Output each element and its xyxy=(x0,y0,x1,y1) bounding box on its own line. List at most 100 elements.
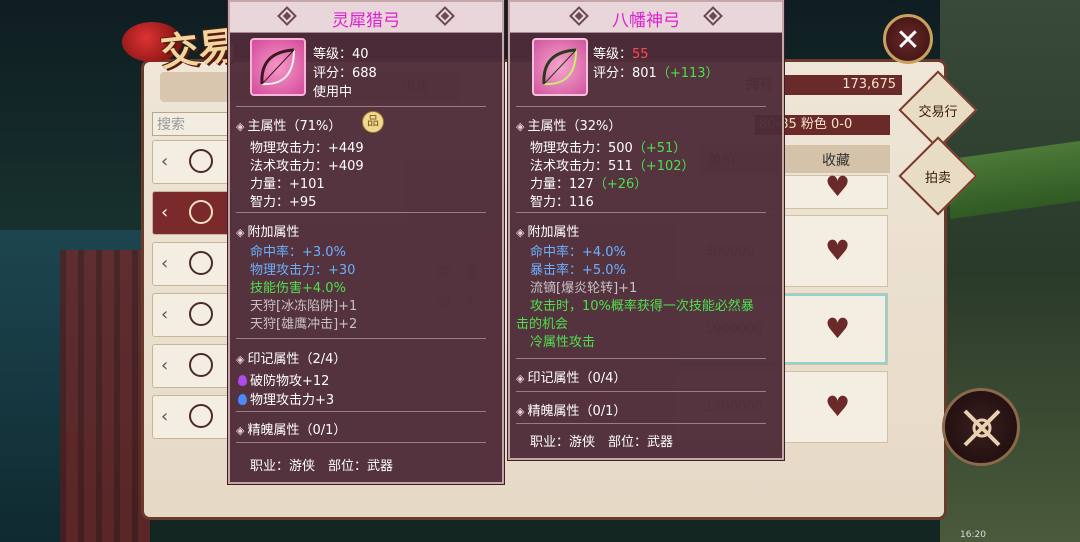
chevron-left-icon: ‹ xyxy=(161,151,169,172)
category-item[interactable]: ‹ xyxy=(152,140,232,184)
railing xyxy=(60,250,150,542)
extra-attr: 攻击时，10%概率获得一次技能必然暴 xyxy=(530,299,754,314)
attr-diff: （+26） xyxy=(593,177,648,192)
card-icon xyxy=(189,353,213,377)
imprint-title: 印记属性（2/4） xyxy=(236,348,346,367)
star-icon xyxy=(189,149,213,173)
bow-icon xyxy=(542,48,577,86)
chevron-left-icon: ‹ xyxy=(161,304,169,325)
main-attr: 物理攻击力：+449 xyxy=(250,141,364,156)
divider xyxy=(236,442,486,443)
extra-attr: 流镝[爆炎轮转]+1 xyxy=(530,281,638,296)
bow-item-icon xyxy=(532,38,588,96)
claw-icon xyxy=(189,251,213,275)
essence-title: 精魄属性（0/1） xyxy=(516,400,626,419)
search-input[interactable]: 搜索 xyxy=(152,112,232,136)
item-status: 使用中 xyxy=(313,85,353,100)
tooltip-header: 灵犀猎弓 xyxy=(230,2,502,33)
heart-icon[interactable]: ♥ xyxy=(825,170,850,203)
extra-attr-title: 附加属性 xyxy=(516,221,579,240)
imprint-title: 印记属性（0/4） xyxy=(516,367,626,386)
chevron-left-icon: ‹ xyxy=(161,253,169,274)
item-score: 评分：801（+113） xyxy=(593,62,719,81)
heart-icon[interactable]: ♥ xyxy=(825,390,850,423)
imprint-text: 破防物攻+12 xyxy=(250,374,330,389)
column-header-favorite: 收藏 xyxy=(822,153,850,169)
bow-icon xyxy=(260,48,295,86)
divider xyxy=(516,106,766,107)
extra-attr: 冷属性攻击 xyxy=(530,335,596,350)
divider xyxy=(236,212,486,213)
main-attr-title: 主属性（71%） xyxy=(236,115,341,134)
bow-item-icon xyxy=(250,38,306,96)
heart-icon[interactable]: ♥ xyxy=(825,234,850,267)
category-item[interactable]: ‹ xyxy=(152,344,232,388)
main-attr: 物理攻击力：500（+51） xyxy=(530,137,686,156)
main-attr: 智力：116 xyxy=(530,191,594,210)
main-attr: 力量：+101 xyxy=(250,177,325,192)
extra-attr: 击的机会 xyxy=(516,317,569,332)
imprint-attr: 物理攻击力+3 xyxy=(238,389,334,408)
category-item[interactable]: ‹ xyxy=(152,293,232,337)
item-name: 八幡神弓 xyxy=(612,11,680,31)
divider xyxy=(236,338,486,339)
divider xyxy=(516,391,766,392)
money-amount: 173,675 xyxy=(782,75,902,95)
quality-icon: 品 xyxy=(362,111,384,133)
category-item[interactable]: ‹ xyxy=(152,242,232,286)
blue-gem-icon xyxy=(238,394,247,405)
imprint-attr: 破防物攻+12 xyxy=(238,370,329,389)
level-label: 等级： xyxy=(593,47,633,62)
chevron-left-icon: ‹ xyxy=(161,202,169,223)
sword-icon xyxy=(189,200,213,224)
extra-attr: 天狩[雄鹰冲击]+2 xyxy=(250,317,358,332)
main-attr: 法术攻击力：+409 xyxy=(250,159,364,174)
imprint-text: 物理攻击力+3 xyxy=(250,393,335,408)
divider xyxy=(236,106,486,107)
category-list: ‹ ‹ ‹ ‹ ‹ ‹ xyxy=(152,140,232,446)
auction-label: 拍卖 xyxy=(924,171,951,186)
heart-icon[interactable]: ♥ xyxy=(825,312,850,345)
clock: 16:20 xyxy=(960,530,986,540)
divider xyxy=(516,358,766,359)
extra-attr: 技能伤害+4.0% xyxy=(250,281,346,296)
extra-attr: 命中率：+4.0% xyxy=(530,245,626,260)
essence-title: 精魄属性（0/1） xyxy=(236,419,346,438)
main-attr-title: 主属性（32%） xyxy=(516,115,621,134)
class-part: 职业：游侠 部位：武器 xyxy=(250,459,394,474)
extra-attr: 命中率：+3.0% xyxy=(250,245,346,260)
close-button[interactable]: ✕ xyxy=(883,14,933,64)
item-level: 等级：40 xyxy=(313,47,369,62)
divider xyxy=(516,423,766,424)
extra-attr: 天狩[冰冻陷阱]+1 xyxy=(250,299,358,314)
item-score: 评分：688 xyxy=(313,66,377,81)
category-item-weapon[interactable]: ‹ xyxy=(152,191,232,235)
chevron-left-icon: ‹ xyxy=(161,355,169,376)
main-attr: 力量：127（+26） xyxy=(530,173,647,192)
attr-base: 力量：127 xyxy=(530,177,594,192)
extra-attr: 暴击率：+5.0% xyxy=(530,263,626,278)
trade-hall-label: 交易行 xyxy=(918,105,958,120)
main-attr: 法术攻击力：511（+102） xyxy=(530,155,695,174)
attr-base: 智力：116 xyxy=(530,195,594,210)
class-part: 职业：游侠 部位：武器 xyxy=(530,435,674,450)
extra-attr: 物理攻击力：+30 xyxy=(250,263,356,278)
attr-base: 物理攻击力：500 xyxy=(530,141,633,156)
main-attr: 智力：+95 xyxy=(250,195,317,210)
level-value: 55 xyxy=(632,47,649,62)
attr-base: 法术攻击力：511 xyxy=(530,159,633,174)
item-level: 等级：55 xyxy=(593,43,649,62)
divider xyxy=(516,212,766,213)
divider xyxy=(236,411,486,412)
attack-skill-button[interactable] xyxy=(942,388,1020,466)
pot-icon xyxy=(189,302,213,326)
score-label: 评分：801 xyxy=(593,66,657,81)
flower-icon xyxy=(189,404,213,428)
attr-diff: （+102） xyxy=(632,159,695,174)
extra-attr-title: 附加属性 xyxy=(236,221,299,240)
chevron-left-icon: ‹ xyxy=(161,406,169,427)
crossbow-icon xyxy=(963,409,1001,447)
category-item[interactable]: ‹ xyxy=(152,395,232,439)
trade-title: 交易 xyxy=(158,23,239,75)
attr-diff: （+51） xyxy=(632,141,687,156)
